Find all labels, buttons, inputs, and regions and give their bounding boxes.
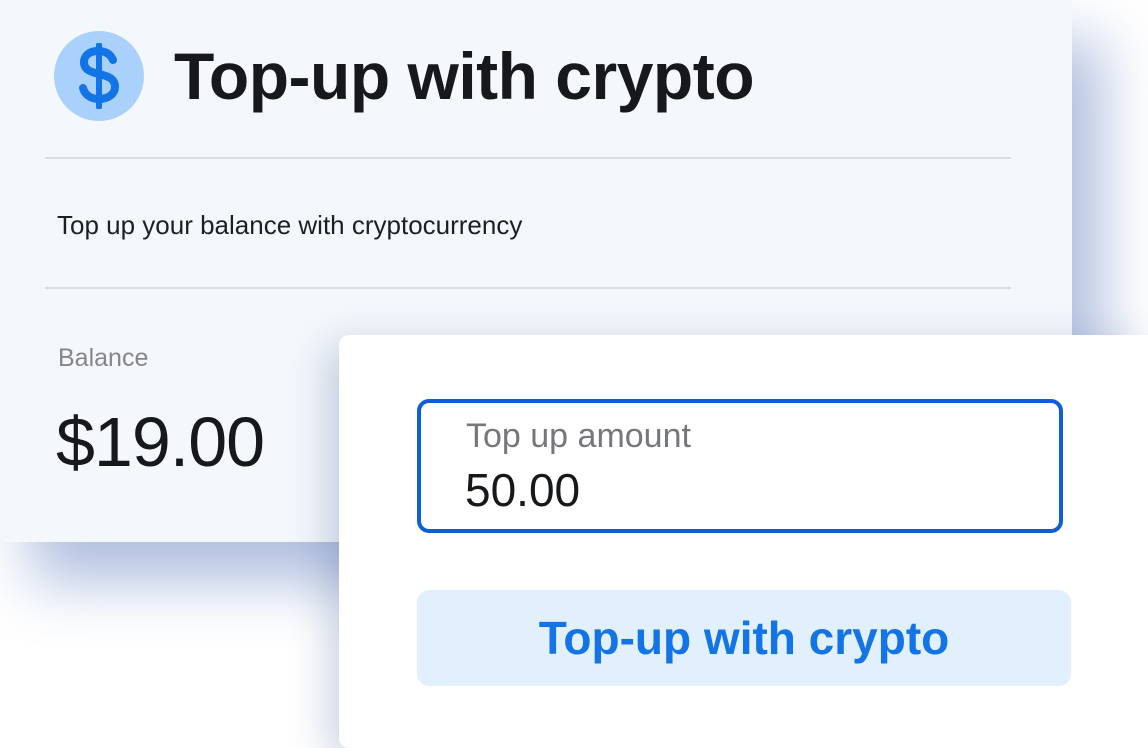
page-title: Top-up with crypto	[174, 39, 755, 113]
page-subtitle: Top up your balance with cryptocurrency	[57, 210, 523, 240]
topup-amount-label: Top up amount	[466, 417, 691, 455]
divider	[45, 287, 1011, 289]
topup-amount-input[interactable]	[465, 463, 1005, 517]
topup-form-card: Top up amount Top-up with crypto	[339, 335, 1148, 748]
page-header: Top-up with crypto	[54, 31, 755, 121]
divider	[45, 157, 1011, 159]
topup-screen: Top-up with crypto Top up your balance w…	[0, 0, 1148, 748]
dollar-coin-icon	[54, 31, 144, 121]
balance-label: Balance	[58, 344, 149, 372]
balance-value: $19.00	[56, 403, 265, 481]
topup-amount-field[interactable]: Top up amount	[417, 399, 1063, 533]
topup-with-crypto-button[interactable]: Top-up with crypto	[417, 590, 1071, 686]
